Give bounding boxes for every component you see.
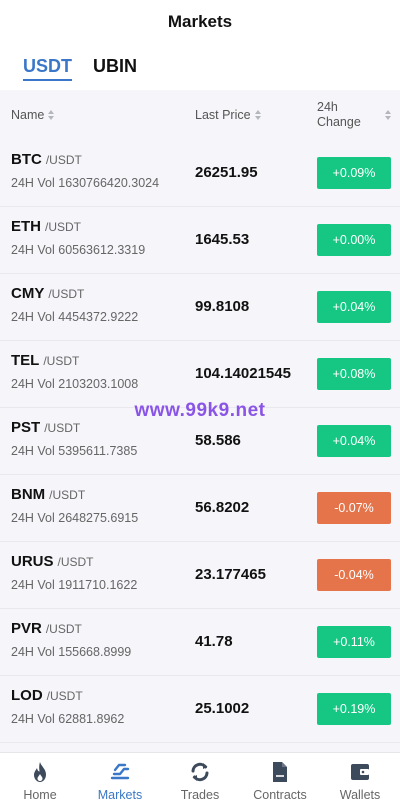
nav-wallets[interactable]: Wallets: [320, 753, 400, 800]
last-price: 99.8108: [195, 298, 250, 315]
quote-symbol: /USDT: [57, 555, 94, 569]
market-row-cmy[interactable]: CMY/USDT 24H Vol 4454372.9222 99.8108 +0…: [0, 274, 400, 341]
volume-24h: 24H Vol 155668.8999: [11, 645, 132, 659]
last-price: 23.177465: [195, 566, 266, 583]
volume-24h: 24H Vol 60563612.3319: [11, 243, 146, 257]
market-row-btc[interactable]: BTC/USDT 24H Vol 1630766420.3024 26251.9…: [0, 140, 400, 207]
pair-label: BTC/USDT: [11, 151, 82, 168]
market-row-lod[interactable]: LOD/USDT 24H Vol 62881.8962 25.1002 +0.1…: [0, 676, 400, 743]
market-row-pvr[interactable]: PVR/USDT 24H Vol 155668.8999 41.78 +0.11…: [0, 609, 400, 676]
refresh-icon: [189, 761, 211, 783]
nav-trades[interactable]: Trades: [160, 753, 240, 800]
base-symbol: PST: [11, 419, 41, 436]
sort-by-24h-change[interactable]: 24h Change: [317, 100, 393, 130]
market-list: Name Last Price 24h Change BTC/USDT 24H …: [0, 90, 400, 752]
market-row-pst[interactable]: PST/USDT 24H Vol 5395611.7385 58.586 +0.…: [0, 408, 400, 475]
quote-symbol: /USDT: [46, 689, 83, 703]
nav-home[interactable]: Home: [0, 753, 80, 800]
name-column-label: Name: [11, 108, 45, 122]
quote-symbol: /USDT: [45, 622, 82, 636]
base-symbol: TEL: [11, 352, 40, 369]
volume-24h: 24H Vol 2648275.6915: [11, 511, 139, 525]
pair-label: LOD/USDT: [11, 687, 83, 704]
base-symbol: BTC: [11, 151, 42, 168]
volume-24h: 24H Vol 1630766420.3024: [11, 176, 160, 190]
sort-by-name[interactable]: Name: [11, 108, 55, 122]
wallet-icon: [349, 761, 371, 783]
nav-label: Contracts: [253, 788, 307, 800]
change-badge: +0.08%: [317, 358, 391, 390]
nav-markets[interactable]: Markets: [80, 753, 160, 800]
nav-label: Markets: [97, 788, 143, 800]
last-price: 41.78: [195, 633, 233, 650]
base-symbol: LOD: [11, 687, 43, 704]
base-symbol: PVR: [11, 620, 42, 637]
volume-24h: 24H Vol 5395611.7385: [11, 444, 138, 458]
volume-24h: 24H Vol 2103203.1008: [11, 377, 139, 391]
change-badge: +0.11%: [317, 626, 391, 658]
nav-label: Home: [23, 788, 57, 800]
sort-by-last-price[interactable]: Last Price: [195, 108, 261, 122]
tab-ubin[interactable]: UBIN: [93, 44, 137, 88]
change-badge: +0.04%: [317, 425, 391, 457]
quote-currency-tabs: USDT UBIN: [0, 44, 400, 88]
last-price-column-label: Last Price: [195, 108, 251, 122]
quote-symbol: /USDT: [44, 421, 81, 435]
change-badge: +0.00%: [317, 224, 391, 256]
last-price: 26251.95: [195, 164, 258, 181]
change-column-label: 24h Change: [317, 100, 361, 129]
base-symbol: URUS: [11, 553, 54, 570]
volume-24h: 24H Vol 4454372.9222: [11, 310, 139, 324]
table-header: Name Last Price 24h Change: [0, 90, 400, 140]
market-row-eth[interactable]: ETH/USDT 24H Vol 60563612.3319 1645.53 +…: [0, 207, 400, 274]
base-symbol: ETH: [11, 218, 41, 235]
quote-symbol: /USDT: [48, 287, 85, 301]
base-symbol: CMY: [11, 285, 45, 302]
change-badge: -0.04%: [317, 559, 391, 591]
top-header: Markets: [0, 0, 400, 44]
tab-usdt[interactable]: USDT: [23, 44, 72, 88]
last-price: 104.14021545: [195, 365, 291, 382]
volume-24h: 24H Vol 62881.8962: [11, 712, 125, 726]
document-icon: [269, 761, 291, 783]
pair-label: URUS/USDT: [11, 553, 94, 570]
market-row-urus[interactable]: URUS/USDT 24H Vol 1911710.1622 23.177465…: [0, 542, 400, 609]
sort-icon: [254, 110, 261, 120]
last-price: 1645.53: [195, 231, 250, 248]
market-row-bnm[interactable]: BNM/USDT 24H Vol 2648275.6915 56.8202 -0…: [0, 475, 400, 542]
flame-icon: [29, 761, 51, 783]
sort-icon: [385, 110, 391, 120]
nav-contracts[interactable]: Contracts: [240, 753, 320, 800]
sort-icon: [48, 110, 55, 120]
last-price: 25.1002: [195, 700, 250, 717]
pair-label: PVR/USDT: [11, 620, 82, 637]
pair-label: CMY/USDT: [11, 285, 84, 302]
change-badge: +0.09%: [317, 157, 391, 189]
nav-label: Trades: [180, 788, 220, 800]
change-badge: -0.07%: [317, 492, 391, 524]
bottom-nav: Home Markets Trades Contracts Wallets: [0, 752, 400, 800]
pair-label: ETH/USDT: [11, 218, 81, 235]
page-title: Markets: [167, 12, 233, 31]
volume-24h: 24H Vol 1911710.1622: [11, 578, 138, 592]
quote-symbol: /USDT: [43, 354, 80, 368]
change-badge: +0.19%: [317, 693, 391, 725]
markets-icon: [109, 761, 131, 783]
last-price: 56.8202: [195, 499, 250, 516]
last-price: 58.586: [195, 432, 241, 449]
change-badge: +0.04%: [317, 291, 391, 323]
quote-symbol: /USDT: [45, 220, 81, 234]
pair-label: PST/USDT: [11, 419, 80, 436]
base-symbol: BNM: [11, 486, 46, 503]
market-row-tel[interactable]: TEL/USDT 24H Vol 2103203.1008 104.140215…: [0, 341, 400, 408]
pair-label: BNM/USDT: [11, 486, 85, 503]
quote-symbol: /USDT: [49, 488, 86, 502]
quote-symbol: /USDT: [45, 153, 82, 167]
nav-label: Wallets: [339, 788, 381, 800]
pair-label: TEL/USDT: [11, 352, 79, 369]
